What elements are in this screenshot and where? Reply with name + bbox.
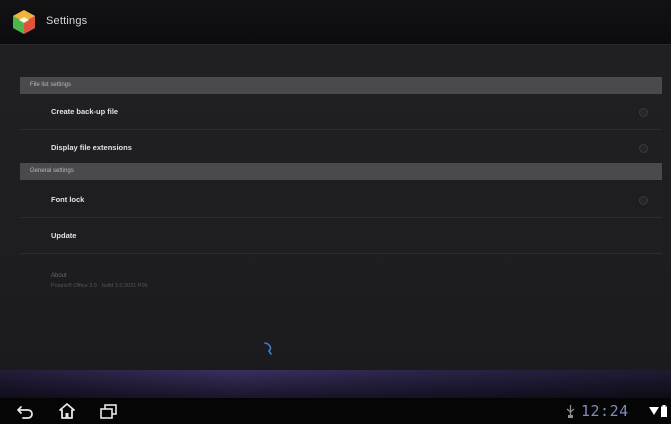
action-bar: Settings <box>0 0 671 45</box>
usb-icon <box>566 405 575 418</box>
pref-display-extensions[interactable]: Display file extensions <box>20 130 662 165</box>
settings-list: File list settings Create back-up file D… <box>20 57 664 357</box>
system-bar: 12:24 <box>0 398 671 424</box>
home-icon[interactable] <box>56 402 78 420</box>
recent-apps-icon[interactable] <box>98 402 120 420</box>
create-backup-checkbox[interactable] <box>639 108 648 117</box>
settings-content: File list settings Create back-up file D… <box>0 45 671 370</box>
status-clock: 12:24 <box>581 402 629 420</box>
battery-icon <box>661 405 667 417</box>
pref-label: Update <box>51 231 77 240</box>
wallpaper-strip <box>0 370 671 398</box>
section-header-general: General settings <box>20 163 662 180</box>
pref-label: Display file extensions <box>51 143 132 152</box>
pref-update[interactable]: Update <box>20 218 662 253</box>
settings-screen: Settings File list settings Create back-… <box>0 0 671 424</box>
about-title: About <box>51 273 67 279</box>
font-lock-checkbox[interactable] <box>639 196 648 205</box>
wifi-icon <box>649 407 659 415</box>
pref-label: Create back-up file <box>51 107 119 116</box>
section-header-file-list: File list settings <box>20 77 662 94</box>
divider <box>20 253 662 254</box>
about-version: Polaris® Office 3.0 · build 3.0.3031 P06 <box>51 283 148 289</box>
pref-font-lock[interactable]: Font lock <box>20 182 662 217</box>
back-icon[interactable] <box>15 402 37 420</box>
app-logo-icon[interactable] <box>10 8 38 36</box>
page-title: Settings <box>46 15 88 27</box>
loading-cursor-icon <box>264 342 272 355</box>
display-extensions-checkbox[interactable] <box>639 144 648 153</box>
pref-create-backup[interactable]: Create back-up file <box>20 94 662 129</box>
pref-label: Font lock <box>51 195 85 204</box>
